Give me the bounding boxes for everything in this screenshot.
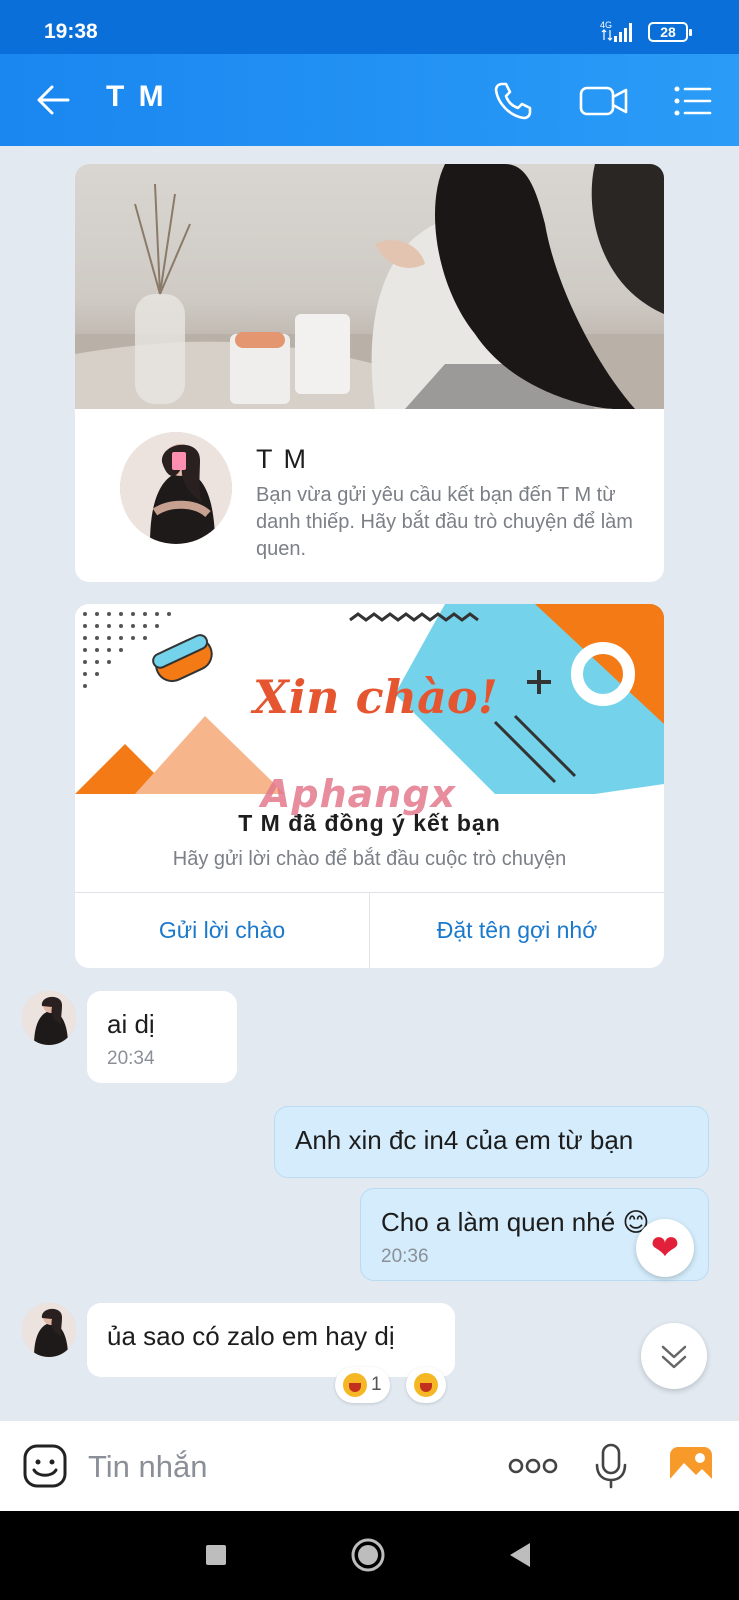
video-call-icon[interactable] [578,78,630,124]
greeting-banner-text: Xin chào! [253,670,498,724]
back-arrow-icon[interactable] [34,80,74,120]
chat-header: T M [0,54,739,146]
message-input[interactable]: Tin nhắn [88,1449,208,1485]
reaction-badge[interactable]: 1 [335,1367,390,1403]
cover-photo [75,164,664,409]
heart-reaction-icon[interactable]: ❤ [636,1219,694,1277]
message-bubble[interactable]: ai dị 20:34 [87,991,237,1083]
message-text: ủa sao có zalo em hay dị [107,1321,395,1351]
android-nav-bar [0,1511,739,1600]
add-reaction-button[interactable] [406,1367,446,1403]
message-bubble[interactable]: ủa sao có zalo em hay dị [87,1303,455,1377]
svg-text:4G: 4G [600,20,612,30]
recent-apps-icon[interactable] [198,1537,234,1573]
send-greeting-button[interactable]: Gửi lời chào [75,893,369,968]
friend-accepted-subtitle: Hãy gửi lời chào để bắt đầu cuộc trò chu… [172,848,567,870]
sender-avatar[interactable] [22,1303,76,1357]
phone-icon[interactable] [490,78,536,124]
microphone-icon[interactable] [588,1443,634,1489]
message-text: Anh xin đc in4 của em từ bạn [295,1125,634,1155]
profile-name: T M [256,444,308,474]
chevron-down-icon [661,1345,687,1369]
message-time: 20:34 [107,1048,155,1069]
laugh-emoji-icon [414,1373,438,1397]
profile-description: Bạn vừa gửi yêu cầu kết bạn đến T M từ d… [256,484,633,560]
menu-list-icon[interactable] [670,78,716,124]
signal-icon: 4G [600,20,632,42]
message-text: Cho a làm quen nhé 😊 [381,1207,650,1237]
friend-accepted-title: T M đã đồng ý kết bạn [238,810,501,836]
profile-avatar[interactable] [120,432,232,544]
sender-avatar[interactable] [22,991,76,1045]
message-bubble[interactable]: Anh xin đc in4 của em từ bạn [274,1106,709,1178]
reaction-count: 1 [371,1374,382,1395]
back-icon[interactable] [502,1537,538,1573]
chat-title[interactable]: T M [106,80,167,114]
friend-card-actions: Gửi lời chào Đặt tên gợi nhớ [75,892,664,968]
greeting-banner: Xin chào! [75,604,664,794]
message-input-bar: Tin nhắn [0,1421,739,1511]
more-dots-icon[interactable] [507,1443,559,1489]
status-bar: 19:38 4G 28 [0,0,739,54]
sticker-icon[interactable] [22,1443,68,1489]
laugh-emoji-icon [343,1373,367,1397]
profile-card[interactable]: T M Bạn vừa gửi yêu cầu kết bạn đến T M … [75,164,664,582]
image-icon[interactable] [668,1443,714,1489]
friend-accepted-card: Xin chào! Aphangx T M đã đồng ý kết bạn … [75,604,664,968]
home-icon[interactable] [350,1537,386,1573]
message-text: ai dị [107,1009,155,1039]
status-time: 19:38 [44,20,98,43]
battery-indicator: 28 [648,22,692,42]
scroll-to-bottom-button[interactable] [641,1323,707,1389]
set-nickname-button[interactable]: Đặt tên gợi nhớ [369,893,664,968]
